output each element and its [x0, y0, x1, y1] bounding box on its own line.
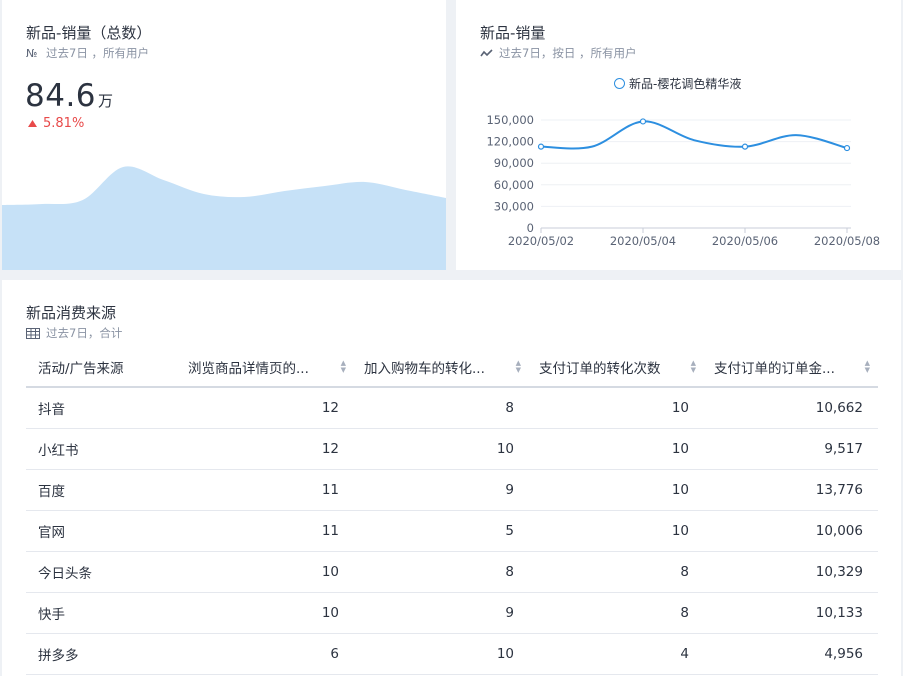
cell-cart: 8 [354, 551, 529, 593]
cell-orders: 10 [529, 387, 704, 429]
sort-icon[interactable]: ▲ ▼ [691, 359, 696, 374]
total-sales-value: 84.6 万 [25, 78, 114, 114]
cell-cart: 10 [354, 633, 529, 675]
data-point [537, 143, 545, 150]
table-row[interactable]: 官网 11 5 10 10,006 [26, 510, 878, 552]
x-tick-label: 2020/05/04 [610, 234, 676, 248]
cell-amount: 4,956 [704, 633, 878, 675]
y-tick-label: 150,000 [486, 113, 534, 127]
cell-orders: 8 [529, 551, 704, 593]
cell-views: 10 [178, 592, 354, 634]
cell-views: 11 [178, 469, 354, 511]
table-row[interactable]: 小红书 12 10 10 9,517 [26, 428, 878, 470]
cell-source: 百度 [26, 469, 178, 511]
sparkline-area [2, 166, 446, 270]
table-row[interactable]: 今日头条 10 8 8 10,329 [26, 551, 878, 593]
y-tick-label: 90,000 [494, 156, 534, 170]
column-header-amount[interactable]: 支付订单的订单金... ▲ ▼ [704, 347, 878, 388]
cell-views: 11 [178, 510, 354, 552]
column-header-orders[interactable]: 支付订单的转化次数 ▲ ▼ [529, 347, 704, 388]
cell-orders: 10 [529, 510, 704, 552]
table-row[interactable]: 快手 10 9 8 10,133 [26, 592, 878, 634]
total-sales-subtitle-text: 过去7日 ，所有用户 [46, 46, 149, 60]
cell-source: 官网 [26, 510, 178, 552]
y-tick-label: 0 [527, 221, 534, 235]
cell-views: 12 [178, 387, 354, 429]
cell-views: 10 [178, 551, 354, 593]
table-icon [26, 327, 40, 339]
cell-amount: 10,006 [704, 510, 878, 552]
cell-cart: 9 [354, 592, 529, 634]
cell-orders: 4 [529, 633, 704, 675]
total-sales-subtitle: № 过去7日 ，所有用户 [26, 45, 149, 61]
column-header-source: 活动/广告来源 [26, 347, 178, 388]
source-table-subtitle: 过去7日，合计 [26, 325, 122, 341]
cell-amount: 9,517 [704, 428, 878, 470]
source-table-card: 新品消费来源 过去7日，合计 活动/广告来源 浏览商品详情页的... ▲ ▼ 加入购… [2, 280, 901, 676]
daily-sales-line-chart[interactable]: 0 30,000 60,000 90,000 120,000 150,000 2020/05… [456, 0, 901, 270]
total-sales-change: 5.81% [28, 116, 84, 131]
cell-amount: 10,329 [704, 551, 878, 593]
cell-source: 抖音 [26, 387, 178, 429]
sort-icon[interactable]: ▲ ▼ [516, 359, 521, 374]
number-icon: № [26, 46, 38, 60]
cell-amount: 10,133 [704, 592, 878, 634]
sort-icon[interactable]: ▲ ▼ [341, 359, 346, 374]
cell-amount: 13,776 [704, 469, 878, 511]
column-header-views[interactable]: 浏览商品详情页的... ▲ ▼ [178, 347, 354, 388]
cell-orders: 10 [529, 428, 704, 470]
data-point [843, 144, 851, 152]
source-table-subtitle-text: 过去7日，合计 [46, 326, 123, 340]
series-line [540, 120, 848, 150]
cell-source: 小红书 [26, 428, 178, 470]
y-tick-label: 30,000 [494, 199, 534, 213]
y-tick-label: 60,000 [494, 178, 534, 192]
cell-cart: 5 [354, 510, 529, 552]
table-header-row: 活动/广告来源 浏览商品详情页的... ▲ ▼ 加入购物车的转化... ▲ ▼ 支付订单… [26, 347, 878, 388]
cell-cart: 9 [354, 469, 529, 511]
cell-source: 今日头条 [26, 551, 178, 593]
table-row[interactable]: 抖音 12 8 10 10,662 [26, 387, 878, 429]
x-tick-label: 2020/05/06 [712, 234, 778, 248]
cell-source: 快手 [26, 592, 178, 634]
total-sales-card: 新品-销量（总数） № 过去7日 ，所有用户 84.6 万 5.81% [2, 0, 446, 270]
cell-cart: 8 [354, 387, 529, 429]
sort-icon[interactable]: ▲ ▼ [865, 359, 870, 374]
total-sales-unit: 万 [98, 92, 114, 110]
cell-views: 12 [178, 428, 354, 470]
cell-views: 6 [178, 633, 354, 675]
table-row[interactable]: 百度 11 9 10 13,776 [26, 469, 878, 511]
data-point [741, 143, 749, 150]
data-point [639, 118, 647, 125]
total-sales-title: 新品-销量（总数） [26, 24, 152, 42]
cell-cart: 10 [354, 428, 529, 470]
x-tick-label: 2020/05/08 [814, 234, 880, 248]
sparkline-area-fill [2, 166, 446, 270]
source-table-title: 新品消费来源 [26, 304, 117, 322]
daily-sales-card: 新品-销量 过去7日，按日 ，所有用户 新品-樱花调色精华液 0 30,000 60… [456, 0, 901, 270]
cell-orders: 10 [529, 469, 704, 511]
total-sales-change-value: 5.81% [43, 116, 85, 131]
y-tick-label: 120,000 [486, 135, 534, 149]
source-table: 活动/广告来源 浏览商品详情页的... ▲ ▼ 加入购物车的转化... ▲ ▼ 支付订单… [26, 347, 878, 675]
total-sales-number: 84.6 [25, 78, 97, 114]
arrow-up-icon [28, 120, 37, 127]
cell-source: 拼多多 [26, 633, 178, 675]
cell-amount: 10,662 [704, 387, 878, 429]
x-tick-label: 2020/05/02 [508, 234, 574, 248]
table-row[interactable]: 拼多多 6 10 4 4,956 [26, 633, 878, 675]
cell-orders: 8 [529, 592, 704, 634]
column-header-cart[interactable]: 加入购物车的转化... ▲ ▼ [354, 347, 529, 388]
